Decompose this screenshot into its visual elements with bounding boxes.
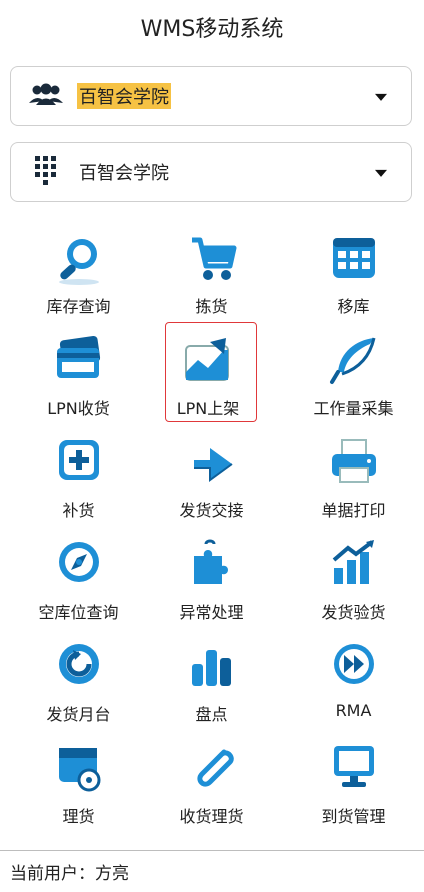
menu-item-18[interactable]: 到货管理 xyxy=(283,734,424,834)
menu-item-label: 盘点 xyxy=(195,705,228,724)
menu-item-9[interactable]: 单据打印 xyxy=(283,428,424,528)
menu-item-13[interactable]: 发货月台 xyxy=(8,632,149,732)
refresh-icon xyxy=(51,638,107,694)
plus-box-icon xyxy=(51,434,107,490)
current-user-name: 方亮 xyxy=(95,864,129,884)
menu-item-label: 库存查询 xyxy=(46,297,111,316)
paperclip-icon xyxy=(184,740,240,796)
users-icon xyxy=(27,78,65,114)
menu-item-label: 到货管理 xyxy=(321,807,386,826)
current-user-label: 当前用户： xyxy=(10,864,95,884)
menu-item-10[interactable]: 空库位查询 xyxy=(8,530,149,630)
magnifier-icon xyxy=(51,230,107,286)
menu-item-label: RMA xyxy=(335,701,372,720)
menu-item-label: LPN上架 xyxy=(176,399,240,418)
menu-item-14[interactable]: 盘点 xyxy=(141,632,282,732)
disk-box-icon xyxy=(51,740,107,796)
menu-item-11[interactable]: 异常处理 xyxy=(141,530,282,630)
menu-item-label: 拣货 xyxy=(195,297,228,316)
puzzle-icon xyxy=(184,536,240,592)
menu-item-label: LPN收货 xyxy=(47,399,110,418)
calendar-grid-icon xyxy=(326,230,382,286)
menu-item-7[interactable]: 补货 xyxy=(8,428,149,528)
chevron-down-icon xyxy=(375,93,387,101)
grid-icon xyxy=(27,154,65,190)
compass-icon xyxy=(51,536,107,592)
app-title: WMS移动系统 xyxy=(140,17,284,42)
menu-item-label: 收货理货 xyxy=(179,807,244,826)
menu-item-label: 发货验货 xyxy=(321,603,386,622)
bar-chart-up-icon xyxy=(326,536,382,592)
org-select[interactable]: 百智会学院 xyxy=(10,66,412,126)
menu-item-2[interactable]: 拣货 xyxy=(141,224,282,324)
printer-icon xyxy=(326,434,382,490)
menu-item-label: 空库位查询 xyxy=(38,603,119,622)
fast-forward-icon xyxy=(326,638,382,694)
chart-up-icon xyxy=(180,332,236,388)
menu-item-17[interactable]: 收货理货 xyxy=(141,734,282,834)
cart-icon xyxy=(184,230,240,286)
chevron-down-icon xyxy=(375,169,387,177)
menu-item-label: 发货月台 xyxy=(46,705,111,724)
function-menu: 库存查询 拣货 移库 LPN收货 LPN上架 工作量采集补货 发货交接 单据打印空库位查询 异常… xyxy=(0,224,424,834)
menu-item-15[interactable]: RMA xyxy=(283,632,424,732)
menu-item-16[interactable]: 理货 xyxy=(8,734,149,834)
menu-item-label: 理货 xyxy=(62,807,95,826)
warehouse-select[interactable]: 百智会学院 xyxy=(10,142,412,202)
menu-item-12[interactable]: 发货验货 xyxy=(283,530,424,630)
bar-chart-icon xyxy=(184,638,240,694)
org-select-value: 百智会学院 xyxy=(77,83,171,109)
feather-icon xyxy=(326,332,382,388)
warehouse-select-value: 百智会学院 xyxy=(79,163,169,184)
arrow-right-icon xyxy=(184,434,240,490)
menu-item-label: 单据打印 xyxy=(321,501,386,520)
menu-item-label: 补货 xyxy=(62,501,95,520)
menu-item-label: 发货交接 xyxy=(179,501,244,520)
menu-item-8[interactable]: 发货交接 xyxy=(141,428,282,528)
menu-item-label: 异常处理 xyxy=(179,603,244,622)
card-icon xyxy=(51,332,107,388)
menu-item-5[interactable]: LPN上架 xyxy=(163,322,257,426)
menu-item-1[interactable]: 库存查询 xyxy=(8,224,149,324)
menu-item-6[interactable]: 工作量采集 xyxy=(283,326,424,426)
footer-bar: 当前用户： 方亮 xyxy=(0,850,424,892)
monitor-icon xyxy=(326,740,382,796)
menu-item-label: 工作量采集 xyxy=(313,399,394,418)
menu-item-3[interactable]: 移库 xyxy=(283,224,424,324)
menu-item-label: 移库 xyxy=(337,297,370,316)
menu-item-4[interactable]: LPN收货 xyxy=(8,326,149,426)
